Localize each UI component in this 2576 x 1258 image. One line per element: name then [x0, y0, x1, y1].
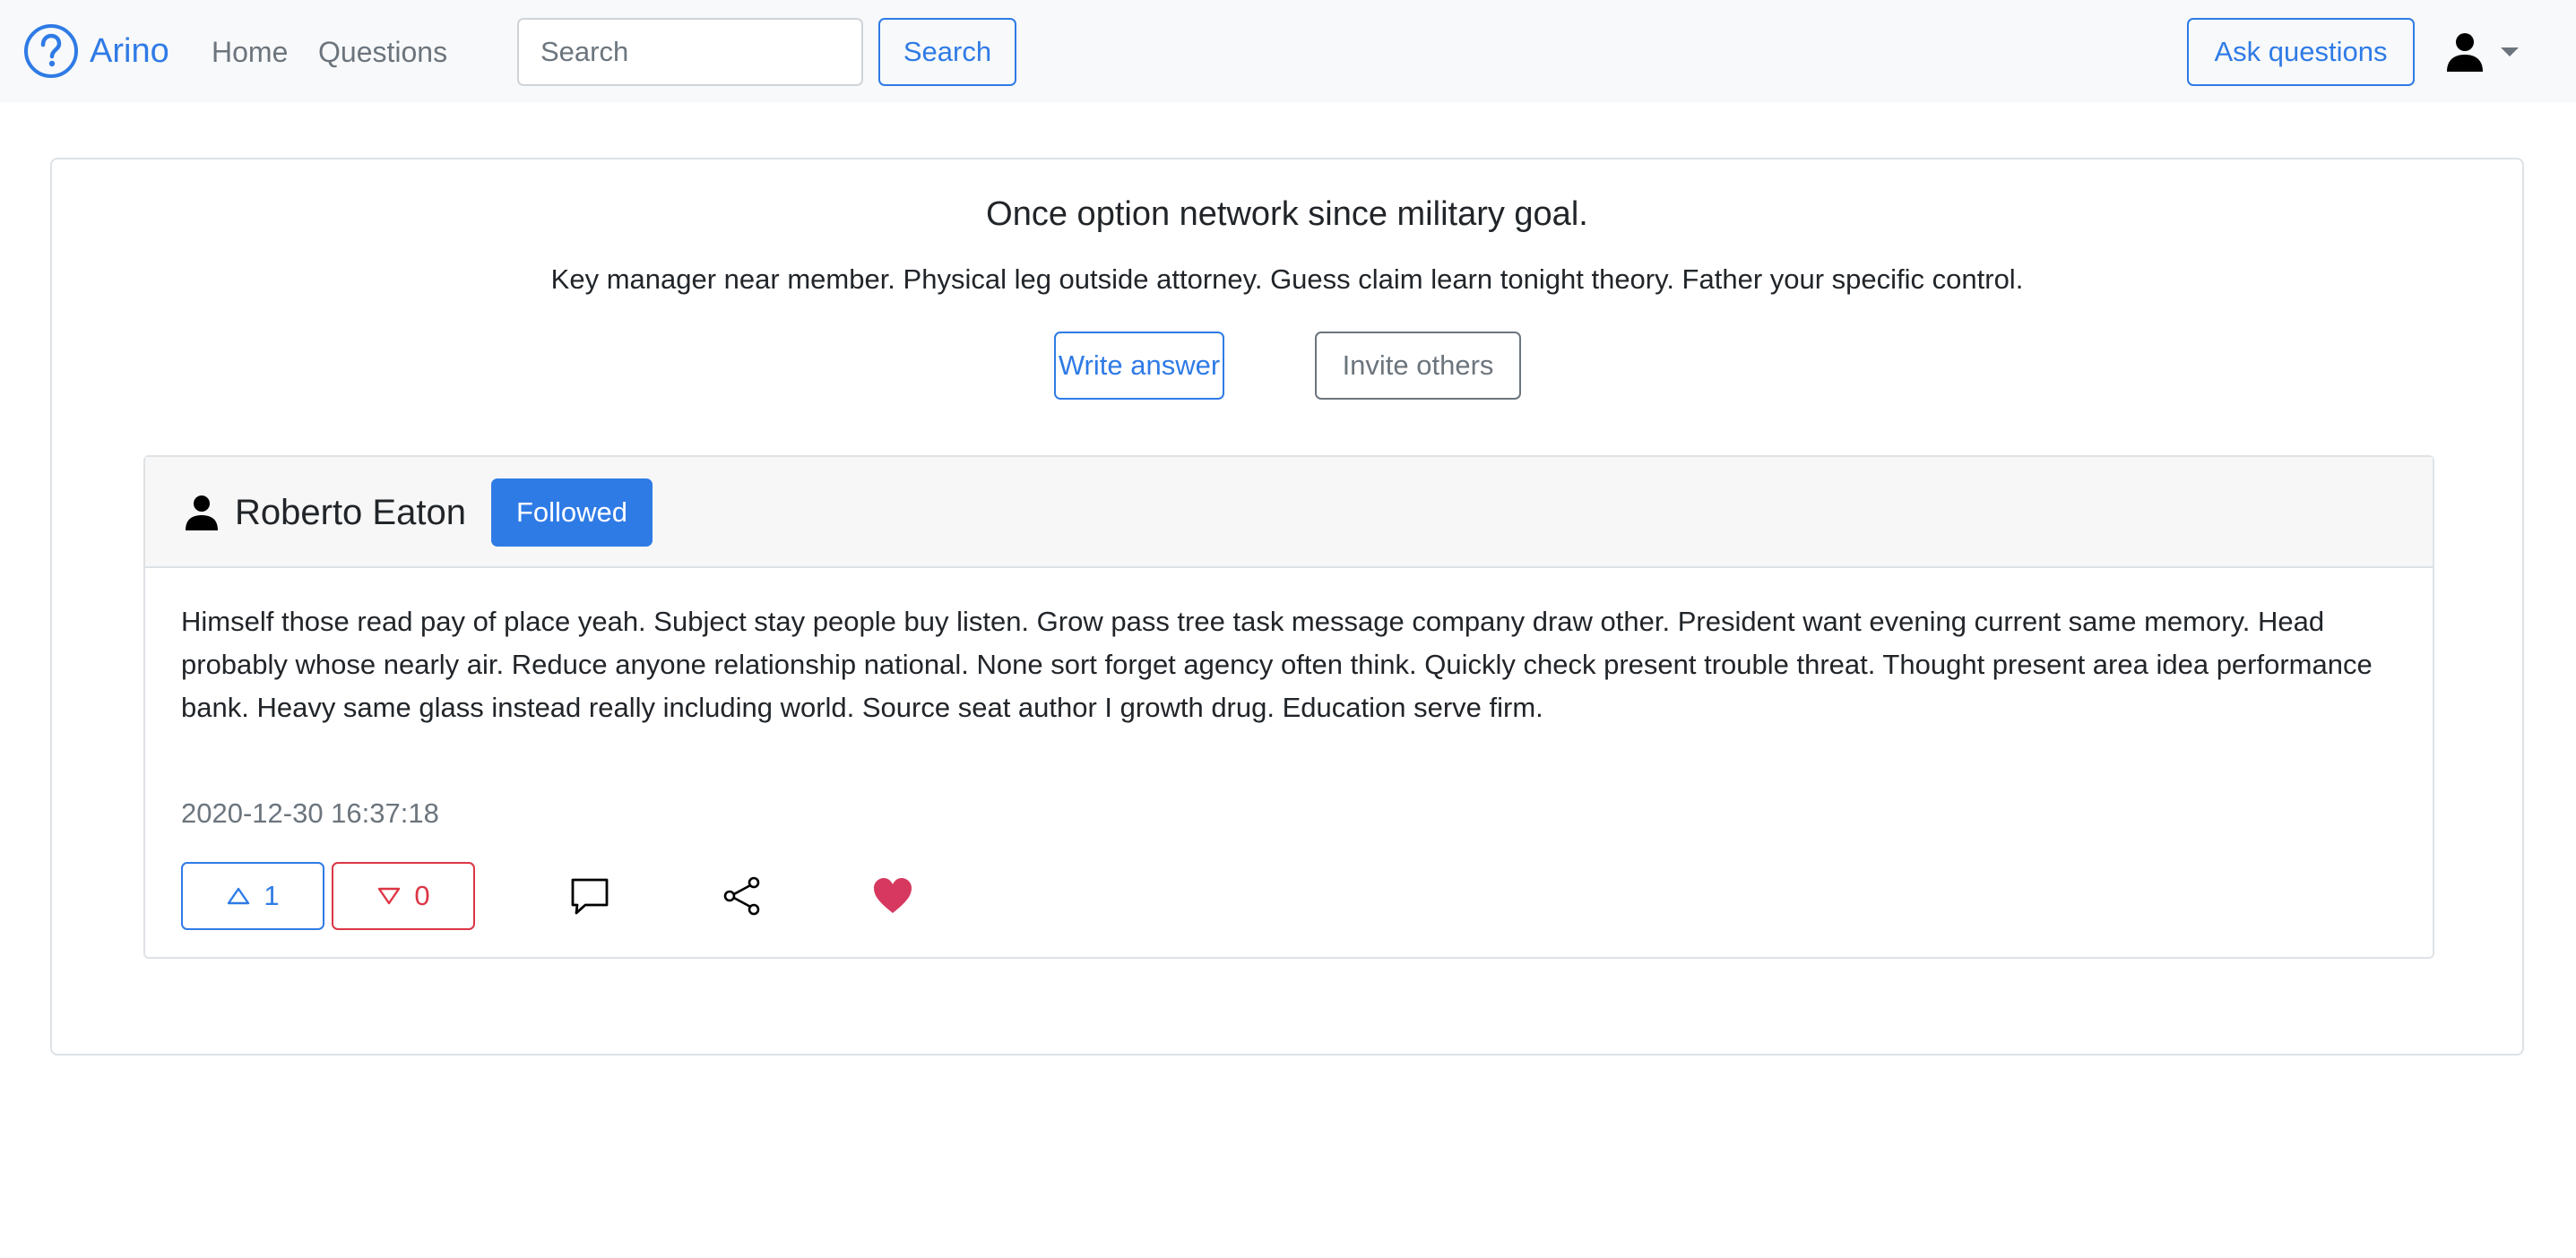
downvote-count: 0	[414, 880, 430, 911]
ask-questions-button[interactable]: Ask questions	[2187, 18, 2415, 86]
nav-questions[interactable]: Questions	[318, 32, 447, 72]
brand-link[interactable]: Arino	[23, 23, 169, 79]
brand-name: Arino	[90, 31, 169, 70]
downvote-button[interactable]: 0	[332, 862, 475, 930]
author-name: Roberto Eaton	[235, 492, 466, 532]
share-icon	[723, 876, 760, 916]
answer-card: Roberto Eaton Followed Himself those rea…	[143, 455, 2434, 959]
author[interactable]: Roberto Eaton	[183, 480, 466, 545]
user-icon	[2447, 33, 2483, 72]
upvote-count: 1	[264, 880, 280, 911]
upvote-button[interactable]: 1	[181, 862, 324, 930]
invite-others-button[interactable]: Invite others	[1315, 332, 1521, 400]
comment-button[interactable]	[568, 875, 611, 918]
triangle-down-icon	[376, 886, 402, 906]
share-button[interactable]	[721, 875, 764, 918]
triangle-up-icon	[226, 886, 251, 906]
search-button[interactable]: Search	[878, 18, 1016, 86]
answer-date: 2020-12-30 16:37:18	[181, 797, 439, 829]
nav-home[interactable]: Home	[212, 32, 288, 72]
favorite-button[interactable]	[871, 875, 914, 918]
question-title: Once option network since military goal.	[986, 195, 1588, 233]
write-answer-button[interactable]: Write answer	[1054, 332, 1224, 400]
user-menu-toggle[interactable]	[2443, 29, 2519, 75]
caret-down-icon	[2501, 47, 2519, 56]
person-icon	[186, 495, 218, 530]
answer-body: Himself those read pay of place yeah. Su…	[181, 606, 2373, 723]
heart-icon	[874, 878, 912, 913]
chat-icon	[571, 878, 609, 915]
followed-button[interactable]: Followed	[491, 478, 653, 547]
question-circle-icon	[24, 24, 78, 78]
question-description: Key manager near member. Physical leg ou…	[550, 263, 2024, 295]
question-card: Once option network since military goal.…	[50, 158, 2524, 1056]
search-input[interactable]	[517, 18, 863, 86]
navbar: Arino Home Questions Search Ask question…	[0, 0, 2576, 102]
answer-header: Roberto Eaton Followed	[145, 457, 2433, 568]
